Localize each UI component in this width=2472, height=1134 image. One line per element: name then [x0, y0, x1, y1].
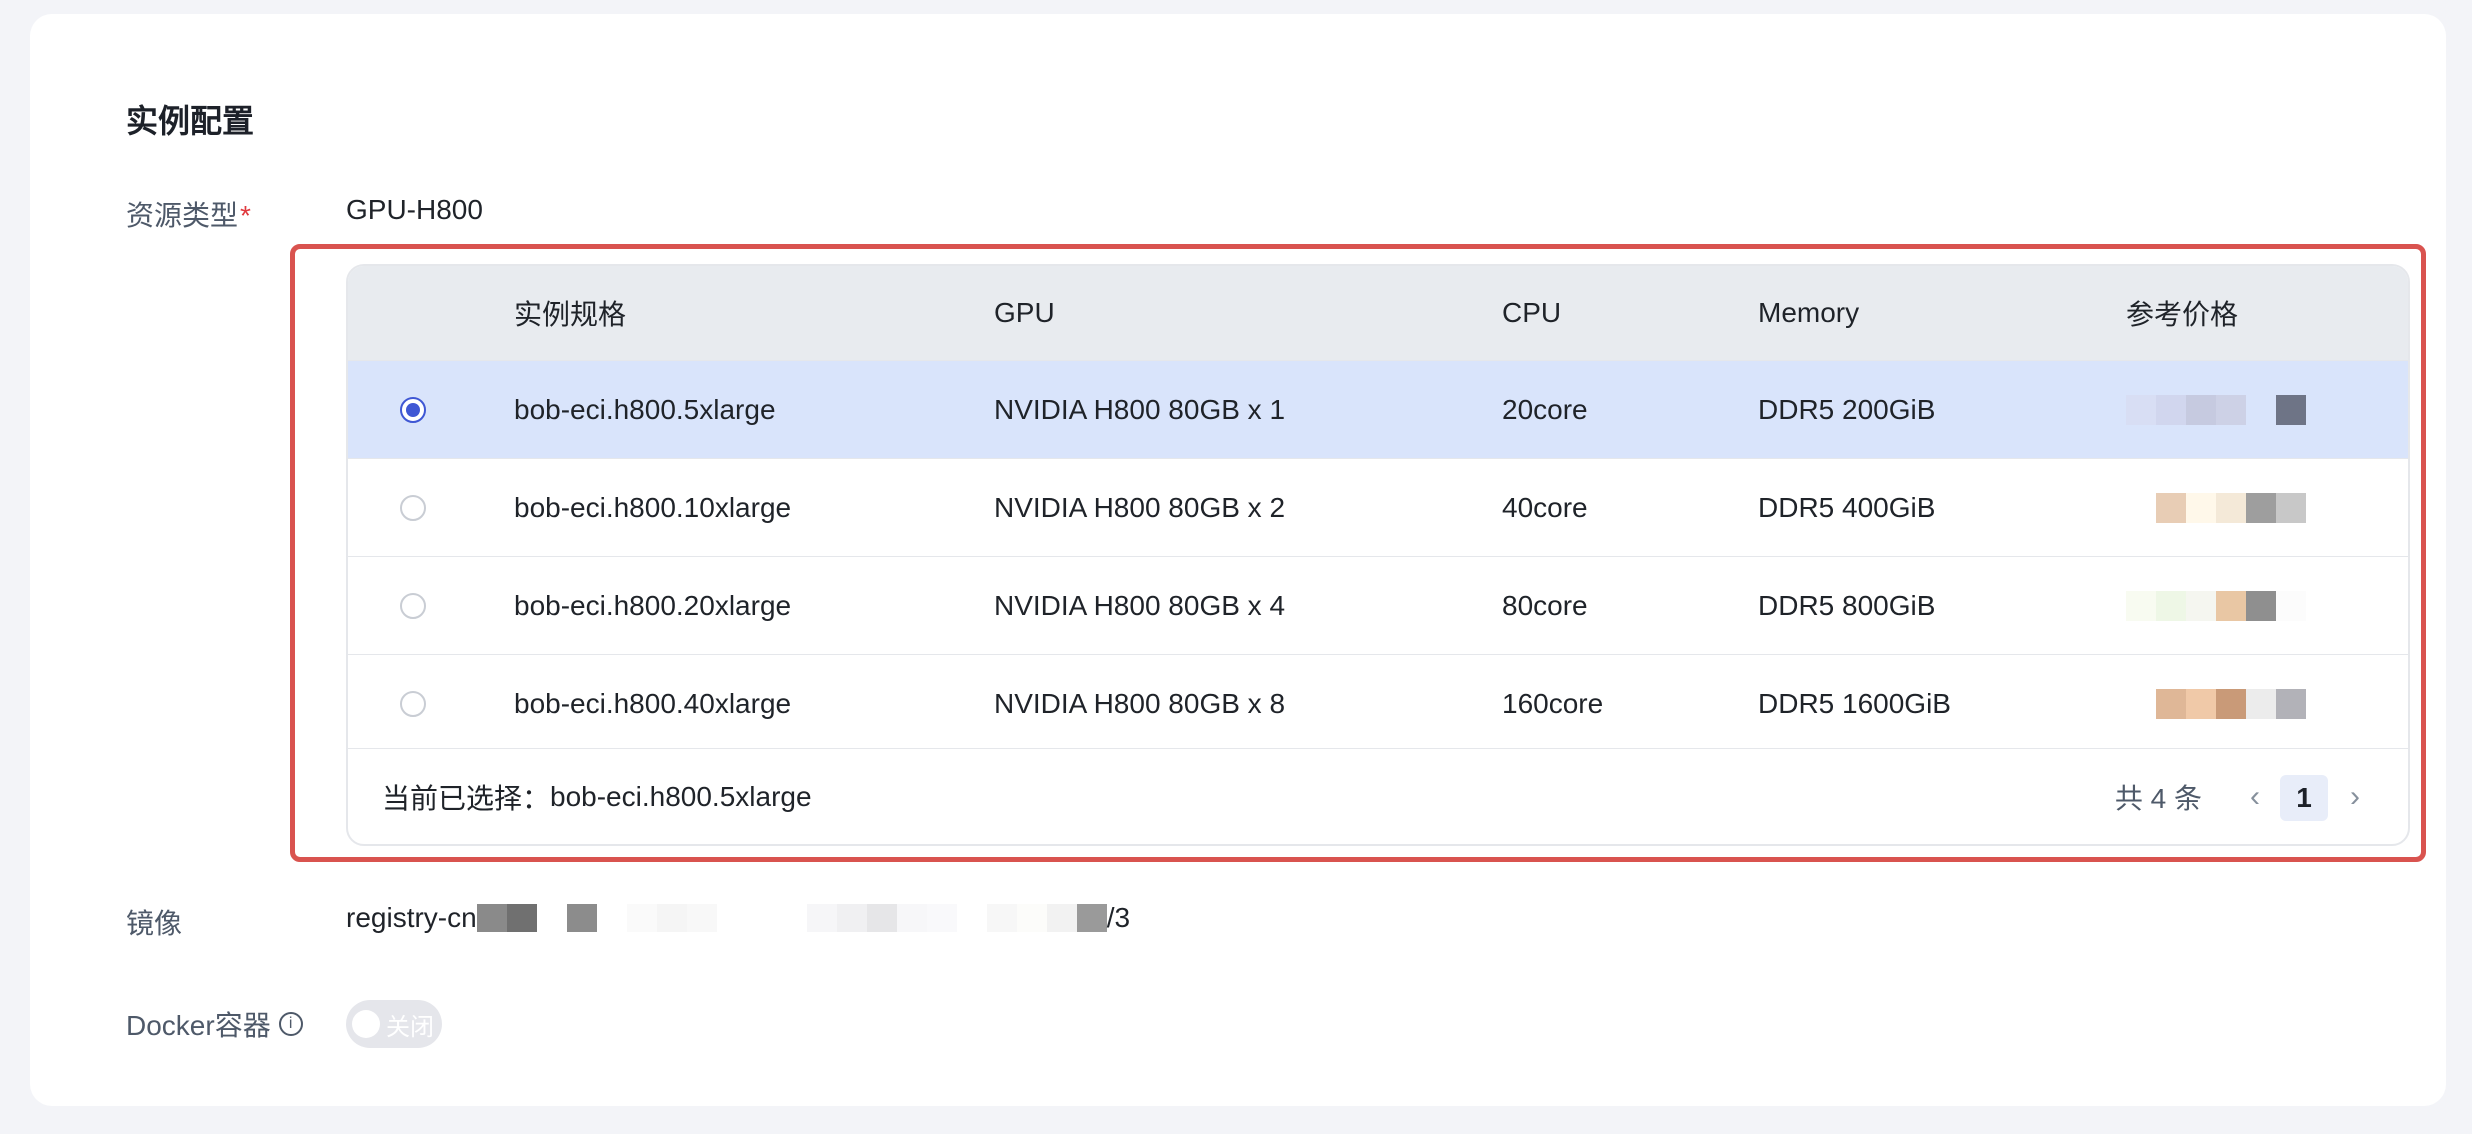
header-spec: 实例规格 [514, 299, 627, 330]
instance-spec-table: 实例规格 GPU CPU Memory 参考价格 bob-eci.h800.5x… [346, 264, 2410, 846]
row-price-redacted [2126, 557, 2306, 654]
table-row[interactable]: bob-eci.h800.5xlarge NVIDIA H800 80GB x … [348, 360, 2408, 458]
row-gpu: NVIDIA H800 80GB x 8 [994, 687, 1286, 719]
resource-type-label-text: 资源类型 [126, 200, 239, 231]
row-price-redacted [2126, 655, 2306, 752]
redacted-image-path [476, 902, 1107, 934]
table-row[interactable]: bob-eci.h800.20xlarge NVIDIA H800 80GB x… [348, 556, 2408, 654]
docker-label: Docker容器 i [126, 1000, 303, 1048]
row-radio-cell[interactable] [398, 459, 428, 556]
toggle-text: 关闭 [386, 1013, 434, 1041]
table-header: 实例规格 GPU CPU Memory 参考价格 [348, 266, 2408, 360]
row-spec: bob-eci.h800.5xlarge [514, 393, 776, 425]
row-gpu: NVIDIA H800 80GB x 2 [994, 491, 1286, 523]
resource-type-value: GPU-H800 [346, 194, 483, 225]
radio-selected[interactable] [400, 396, 426, 423]
selection-prefix: 当前已选择： [382, 782, 551, 814]
row-cpu: 160core [1502, 687, 1604, 719]
table-footer: 当前已选择： bob-eci.h800.5xlarge 共 4 条 ‹ 1 › [348, 748, 2408, 844]
page-number[interactable]: 1 [2280, 775, 2328, 821]
row-price-redacted [2126, 361, 2306, 458]
row-memory: DDR5 1600GiB [1758, 687, 1951, 719]
header-memory: Memory [1758, 297, 1860, 328]
required-mark: * [240, 200, 251, 231]
redacted-price [2126, 590, 2306, 622]
row-spec: bob-eci.h800.40xlarge [514, 687, 792, 719]
header-price: 参考价格 [2126, 299, 2239, 330]
resource-type-label: 资源类型* [126, 194, 251, 234]
row-cpu: 40core [1502, 491, 1588, 523]
image-label: 镜像 [126, 908, 183, 939]
row-gpu: NVIDIA H800 80GB x 4 [994, 589, 1286, 621]
row-cpu: 80core [1502, 589, 1588, 621]
row-memory: DDR5 200GiB [1758, 393, 1936, 425]
image-value: registry-cn /3 [346, 902, 1130, 934]
header-cpu: CPU [1502, 297, 1562, 328]
image-value-start: registry-cn [346, 902, 477, 933]
selection-value: bob-eci.h800.5xlarge [550, 780, 812, 812]
redacted-price [2126, 688, 2306, 720]
table-row[interactable]: bob-eci.h800.10xlarge NVIDIA H800 80GB x… [348, 458, 2408, 556]
table-row[interactable]: bob-eci.h800.40xlarge NVIDIA H800 80GB x… [348, 654, 2408, 752]
toggle-knob [352, 1010, 380, 1038]
row-spec: bob-eci.h800.10xlarge [514, 491, 792, 523]
header-gpu: GPU [994, 297, 1055, 328]
redacted-price [2126, 492, 2306, 524]
section-title: 实例配置 [126, 103, 255, 139]
docker-toggle[interactable]: 关闭 [346, 1000, 442, 1048]
image-value-end: /3 [1106, 902, 1131, 933]
current-selection: 当前已选择： bob-eci.h800.5xlarge [382, 749, 812, 844]
docker-label-text: Docker容器 [126, 1010, 271, 1041]
instance-config-card: 实例配置 资源类型* GPU-H800 实例规格 GPU CPU Memory … [30, 14, 2446, 1106]
row-spec: bob-eci.h800.20xlarge [514, 589, 792, 621]
row-cpu: 20core [1502, 393, 1588, 425]
total-count: 共 4 条 [2114, 782, 2202, 814]
radio-unselected[interactable] [400, 690, 426, 717]
next-page-icon[interactable]: › [2350, 749, 2360, 844]
row-radio-cell[interactable] [398, 361, 428, 458]
row-gpu: NVIDIA H800 80GB x 1 [994, 393, 1286, 425]
row-radio-cell[interactable] [398, 655, 428, 752]
radio-unselected[interactable] [400, 494, 426, 521]
prev-page-icon[interactable]: ‹ [2250, 749, 2260, 844]
row-memory: DDR5 400GiB [1758, 491, 1936, 523]
row-price-redacted [2126, 459, 2306, 556]
radio-unselected[interactable] [400, 592, 426, 619]
row-memory: DDR5 800GiB [1758, 589, 1936, 621]
redacted-price [2126, 394, 2306, 426]
row-radio-cell[interactable] [398, 557, 428, 654]
info-icon[interactable]: i [278, 1012, 303, 1036]
